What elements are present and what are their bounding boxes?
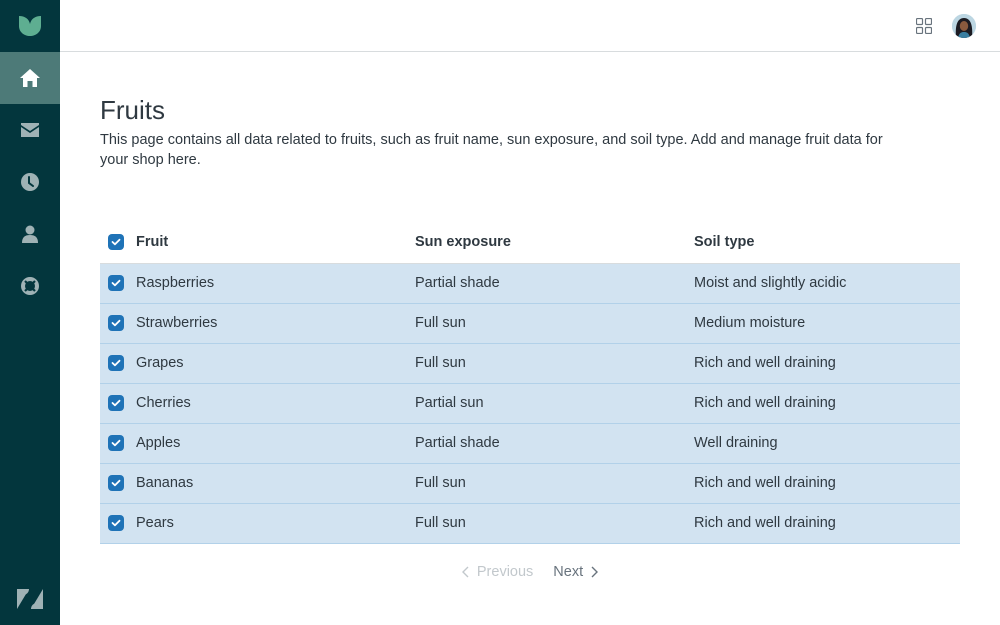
column-header-sun-exposure[interactable]: Sun exposure xyxy=(415,221,694,264)
select-all-checkbox[interactable] xyxy=(108,233,124,250)
sidebar-item-support[interactable] xyxy=(0,260,60,312)
table-body: Raspberries Partial shade Moist and slight… xyxy=(100,263,960,544)
row-checkbox[interactable] xyxy=(108,515,124,531)
row-checkbox[interactable] xyxy=(108,315,124,331)
apps-button[interactable] xyxy=(910,12,938,40)
avatar-image xyxy=(952,13,976,38)
table-row[interactable]: Apples Partial shade Well draining xyxy=(100,423,960,464)
sidebar-item-history[interactable] xyxy=(0,156,60,208)
row-select-cell xyxy=(100,503,136,544)
page-title: Fruits xyxy=(100,95,165,125)
check-icon xyxy=(111,319,121,327)
cell-sun-exposure: Partial shade xyxy=(415,263,694,304)
check-icon xyxy=(111,238,121,245)
column-header-fruit[interactable]: Fruit xyxy=(136,221,415,264)
row-select-cell xyxy=(100,303,136,344)
select-all-cell xyxy=(100,221,136,264)
sidebar-item-users[interactable] xyxy=(0,208,60,260)
row-select-cell xyxy=(100,423,136,464)
row-select-cell xyxy=(100,383,136,424)
cell-soil-type: Rich and well draining xyxy=(694,343,960,384)
next-page-button[interactable]: Next xyxy=(553,564,599,580)
brand-logo[interactable] xyxy=(0,0,60,52)
top-header xyxy=(60,0,1000,52)
cell-sun-exposure: Partial sun xyxy=(415,383,694,424)
check-icon xyxy=(111,519,121,527)
row-select-cell xyxy=(100,463,136,504)
cell-soil-type: Rich and well draining xyxy=(694,383,960,424)
row-checkbox[interactable] xyxy=(108,395,124,411)
user-icon xyxy=(22,225,38,243)
sidebar-item-home[interactable] xyxy=(0,52,60,104)
cell-fruit: Grapes xyxy=(136,343,415,384)
zendesk-logo-icon xyxy=(17,589,43,609)
cell-fruit: Bananas xyxy=(136,463,415,504)
clock-icon xyxy=(21,173,39,191)
table-header-row: Fruit Sun exposure Soil type xyxy=(100,221,960,264)
row-select-cell xyxy=(100,263,136,304)
check-icon xyxy=(111,439,121,447)
cell-fruit: Strawberries xyxy=(136,303,415,344)
zendesk-logo[interactable] xyxy=(0,573,60,625)
lifesaver-icon xyxy=(21,277,39,295)
cell-fruit: Pears xyxy=(136,503,415,544)
cell-sun-exposure: Full sun xyxy=(415,503,694,544)
grid-icon xyxy=(916,17,932,34)
table-row[interactable]: Grapes Full sun Rich and well draining xyxy=(100,343,960,384)
cell-sun-exposure: Full sun xyxy=(415,343,694,384)
chevron-left-icon xyxy=(461,566,469,578)
home-icon xyxy=(20,69,40,87)
cell-soil-type: Well draining xyxy=(694,423,960,464)
cell-sun-exposure: Full sun xyxy=(415,303,694,344)
cell-soil-type: Moist and slightly acidic xyxy=(694,263,960,304)
cell-fruit: Cherries xyxy=(136,383,415,424)
row-checkbox[interactable] xyxy=(108,435,124,451)
sidebar-item-email[interactable] xyxy=(0,104,60,156)
email-icon xyxy=(21,123,39,137)
cell-soil-type: Medium moisture xyxy=(694,303,960,344)
main-content: Fruits This page contains all data relat… xyxy=(100,52,960,580)
table-row[interactable]: Strawberries Full sun Medium moisture xyxy=(100,303,960,344)
leaf-logo-icon xyxy=(19,16,41,36)
pagination: Previous Next xyxy=(100,558,960,586)
column-header-soil-type[interactable]: Soil type xyxy=(694,221,960,264)
table-row[interactable]: Pears Full sun Rich and well draining xyxy=(100,503,960,544)
cell-fruit: Apples xyxy=(136,423,415,464)
table-row[interactable]: Bananas Full sun Rich and well draining xyxy=(100,463,960,504)
next-label: Next xyxy=(553,564,584,580)
check-icon xyxy=(111,359,121,367)
previous-label: Previous xyxy=(476,564,534,580)
table-row[interactable]: Cherries Partial sun Rich and well drainin… xyxy=(100,383,960,424)
table-row[interactable]: Raspberries Partial shade Moist and slight… xyxy=(100,263,960,304)
cell-sun-exposure: Full sun xyxy=(415,463,694,504)
row-checkbox[interactable] xyxy=(108,475,124,491)
check-icon xyxy=(111,279,121,287)
row-checkbox[interactable] xyxy=(108,275,124,291)
row-checkbox[interactable] xyxy=(108,355,124,371)
cell-fruit: Raspberries xyxy=(136,263,415,304)
fruits-table: Fruit Sun exposure Soil type Raspberries… xyxy=(100,221,960,544)
check-icon xyxy=(111,479,121,487)
chevron-right-icon xyxy=(591,566,599,578)
cell-sun-exposure: Partial shade xyxy=(415,423,694,464)
row-select-cell xyxy=(100,343,136,384)
page-description: This page contains all data related to f… xyxy=(100,132,883,168)
user-avatar[interactable] xyxy=(952,13,976,38)
check-icon xyxy=(111,399,121,407)
sidebar-nav xyxy=(0,0,60,625)
previous-page-button[interactable]: Previous xyxy=(461,564,534,580)
cell-soil-type: Rich and well draining xyxy=(694,463,960,504)
cell-soil-type: Rich and well draining xyxy=(694,503,960,544)
